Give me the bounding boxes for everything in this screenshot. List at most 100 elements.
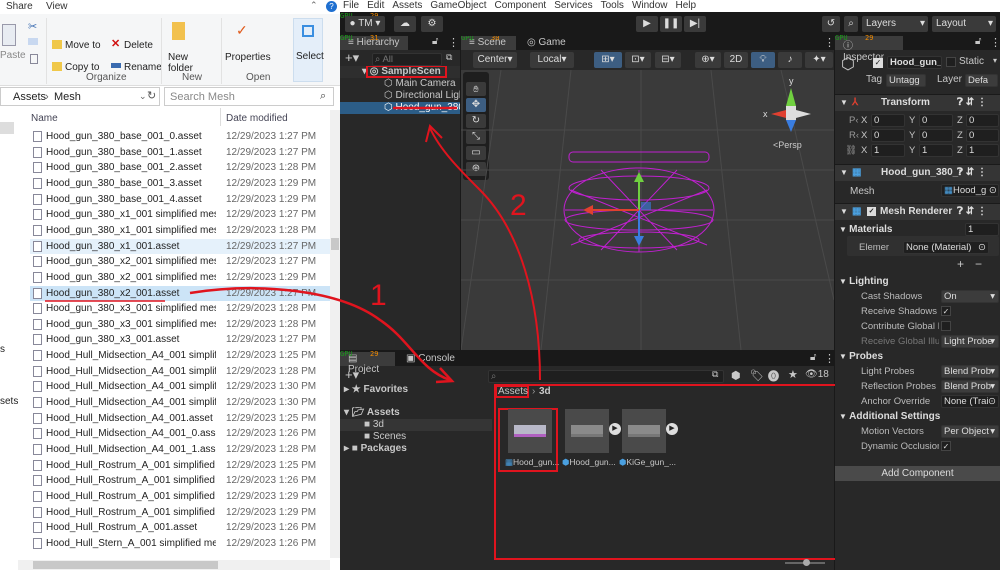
- vertical-scrollbar[interactable]: [330, 110, 340, 558]
- file-row[interactable]: Hood_gun_380_x1_001 simplified mesh.a...…: [30, 207, 330, 222]
- light-probes-field[interactable]: Blend Prob ▾: [941, 365, 999, 378]
- file-row[interactable]: Hood_Hull_Rostrum_A_001.asset 12/29/2023 …: [30, 520, 330, 535]
- nav-item[interactable]: sets: [0, 396, 18, 407]
- asset-item[interactable]: ▶ ⬢Hood_gun...: [562, 409, 621, 471]
- menu-assets[interactable]: Assets: [392, 0, 422, 11]
- mesh-field[interactable]: ▦Hood_g ⊙: [941, 184, 999, 197]
- x-field[interactable]: 0: [871, 129, 905, 142]
- search-icon[interactable]: ⌕: [844, 16, 858, 32]
- file-row[interactable]: Hood_Hull_Rostrum_A_001 simplified me...…: [30, 489, 330, 504]
- paste-icon[interactable]: [2, 24, 16, 46]
- create-button[interactable]: +▾: [345, 50, 359, 66]
- mesh-renderer-header[interactable]: ▼ ▦ ✓ Mesh Renderer ❓︎ ⇵ ⋮: [835, 203, 1000, 220]
- delete-button[interactable]: Delete: [124, 40, 153, 51]
- anchor-field[interactable]: None (Trai ⊙: [941, 395, 999, 408]
- effects-toggle[interactable]: ✦▾: [805, 52, 833, 68]
- file-row[interactable]: Hood_Hull_Midsection_A4_001 simplified..…: [30, 395, 330, 410]
- file-row[interactable]: Hood_Hull_Rostrum_A_001 simplified me...…: [30, 458, 330, 473]
- link-icon[interactable]: ⛓︎: [845, 143, 857, 158]
- assets-folder[interactable]: ▾ 📂︎ Assets: [340, 407, 490, 419]
- file-row[interactable]: Hood_gun_380_base_001_2.asset 12/29/2023 …: [30, 160, 330, 175]
- scene-viewport[interactable]: y x <Persp: [461, 70, 834, 350]
- scene-root-item[interactable]: ▾ ◎ SampleScen: [340, 66, 460, 78]
- 2d-toggle[interactable]: 2D: [724, 52, 748, 68]
- y-field[interactable]: 1: [919, 144, 953, 157]
- asset-item[interactable]: ▦Hood_gun...: [505, 409, 562, 471]
- transform-header[interactable]: ▼ ⅄ Transform ❓︎ ⇵ ⋮: [835, 94, 1000, 111]
- settings-icon[interactable]: ⚙: [421, 16, 443, 32]
- hierarchy-item-main-camera[interactable]: ⬡ Main Camera: [340, 78, 460, 90]
- menu-component[interactable]: Component: [495, 0, 547, 11]
- file-row[interactable]: Hood_gun_380_x2_001 simplified mesh_... 1…: [30, 270, 330, 285]
- draw-mode-button[interactable]: ⊕▾: [695, 52, 721, 68]
- address-bar[interactable]: Assets › Mesh ⌄: [0, 87, 160, 106]
- file-row[interactable]: Hood_gun_380_x3_001 simplified mesh.a...…: [30, 301, 330, 316]
- grid-snap-button[interactable]: ⊞▾: [594, 52, 622, 68]
- play-button[interactable]: ▶: [636, 16, 658, 32]
- new-folder-button[interactable]: New folder: [168, 52, 198, 74]
- mesh-filter-header[interactable]: ▼ ▦ Hood_gun_380_: ❓︎ ⇵ ⋮: [835, 164, 1000, 181]
- warning-icon[interactable]: ⓿: [768, 368, 779, 384]
- filter-by-label-icon[interactable]: 🏷︎: [750, 369, 764, 382]
- y-field[interactable]: 0: [919, 129, 953, 142]
- file-row[interactable]: Hood_gun_380_x1_001.asset 12/29/2023 1:27…: [30, 238, 330, 254]
- file-row[interactable]: Hood_gun_380_base_001_4.asset 12/29/2023 …: [30, 192, 330, 207]
- z-field[interactable]: 0: [966, 129, 999, 142]
- menu-file[interactable]: File: [343, 0, 359, 11]
- active-checkbox[interactable]: ✓: [873, 58, 883, 68]
- pivot-center-dropdown[interactable]: Center▾: [473, 52, 517, 68]
- refresh-icon[interactable]: ↻: [147, 89, 156, 102]
- lock-icon[interactable]: 🔓︎: [975, 36, 981, 47]
- cast-shadows-field[interactable]: On ▾: [941, 290, 999, 303]
- history-icon[interactable]: ↺: [822, 16, 840, 32]
- add-element-button[interactable]: +: [957, 257, 964, 271]
- pause-button[interactable]: ❚❚: [660, 16, 682, 32]
- x-field[interactable]: 1: [871, 144, 905, 157]
- file-row[interactable]: Hood_gun_380_base_001_3.asset 12/29/2023 …: [30, 176, 330, 191]
- file-row[interactable]: Hood_gun_380_base_001_0.asset 12/29/2023 …: [30, 129, 330, 144]
- y-field[interactable]: 0: [919, 114, 953, 127]
- scrollbar-thumb[interactable]: [33, 561, 218, 569]
- menu-edit[interactable]: Edit: [367, 0, 384, 11]
- more-icon[interactable]: ⋮: [990, 36, 1000, 49]
- lock-icon[interactable]: 🔓︎: [810, 352, 816, 363]
- folder-3d[interactable]: ■ 3d: [340, 419, 492, 431]
- packages-folder[interactable]: ▸ ■ Packages: [340, 443, 490, 455]
- expand-play-icon[interactable]: ▶: [609, 423, 621, 435]
- menu-tools[interactable]: Tools: [601, 0, 624, 11]
- select-button[interactable]: Select: [293, 18, 324, 82]
- x-field[interactable]: 0: [871, 114, 905, 127]
- perspective-label[interactable]: <Persp: [773, 140, 802, 150]
- tag-dropdown[interactable]: Untagg: [886, 74, 926, 87]
- increment-snap-button[interactable]: ⊡▾: [625, 52, 651, 68]
- space-local-dropdown[interactable]: Local▾: [530, 52, 574, 68]
- minimize-ribbon-icon[interactable]: ⌃: [310, 0, 318, 11]
- align-button[interactable]: ⊟▾: [655, 52, 681, 68]
- create-button[interactable]: +▾: [345, 367, 359, 383]
- cut-icon[interactable]: ✂: [28, 20, 37, 33]
- breadcrumb-assets[interactable]: Assets: [13, 91, 46, 103]
- account-button[interactable]: ● TM ▾: [345, 16, 385, 32]
- reflection-probes-field[interactable]: Blend Prob ▾: [941, 380, 999, 393]
- rename-button[interactable]: Rename: [124, 62, 162, 73]
- breadcrumb-assets[interactable]: Assets: [498, 386, 528, 397]
- layout-dropdown[interactable]: Layout ▾: [932, 16, 996, 32]
- thumbnail-size-slider[interactable]: [785, 559, 825, 566]
- receive-shadows-checkbox[interactable]: ✓: [941, 306, 951, 316]
- project-search[interactable]: ⌕: [488, 370, 724, 383]
- asset-item[interactable]: ▶ ⬢KiGe_gun_...: [619, 409, 678, 471]
- column-header-date[interactable]: Date modified: [226, 113, 288, 124]
- breadcrumb-mesh[interactable]: Mesh: [54, 91, 81, 103]
- nav-item[interactable]: s: [0, 344, 5, 355]
- element-field[interactable]: None (Material) ⊙: [903, 241, 989, 254]
- tab-game[interactable]: ◎ Game: [519, 36, 574, 50]
- search-input[interactable]: Search Mesh ⌕: [164, 87, 334, 106]
- paste-button[interactable]: Paste: [0, 50, 26, 61]
- hierarchy-item-directional-light[interactable]: ⬡ Directional Ligl: [340, 90, 460, 102]
- file-row[interactable]: Hood_gun_380_x3_001.asset 12/29/2023 1:27…: [30, 332, 330, 347]
- add-component-button[interactable]: Add Component: [835, 466, 1000, 481]
- dynamic-occlusion-checkbox[interactable]: ✓: [941, 441, 951, 451]
- menu-services[interactable]: Services: [554, 0, 592, 11]
- menu-gameobject[interactable]: GameObject: [430, 0, 486, 11]
- lighting-toggle[interactable]: 💡︎: [751, 52, 775, 68]
